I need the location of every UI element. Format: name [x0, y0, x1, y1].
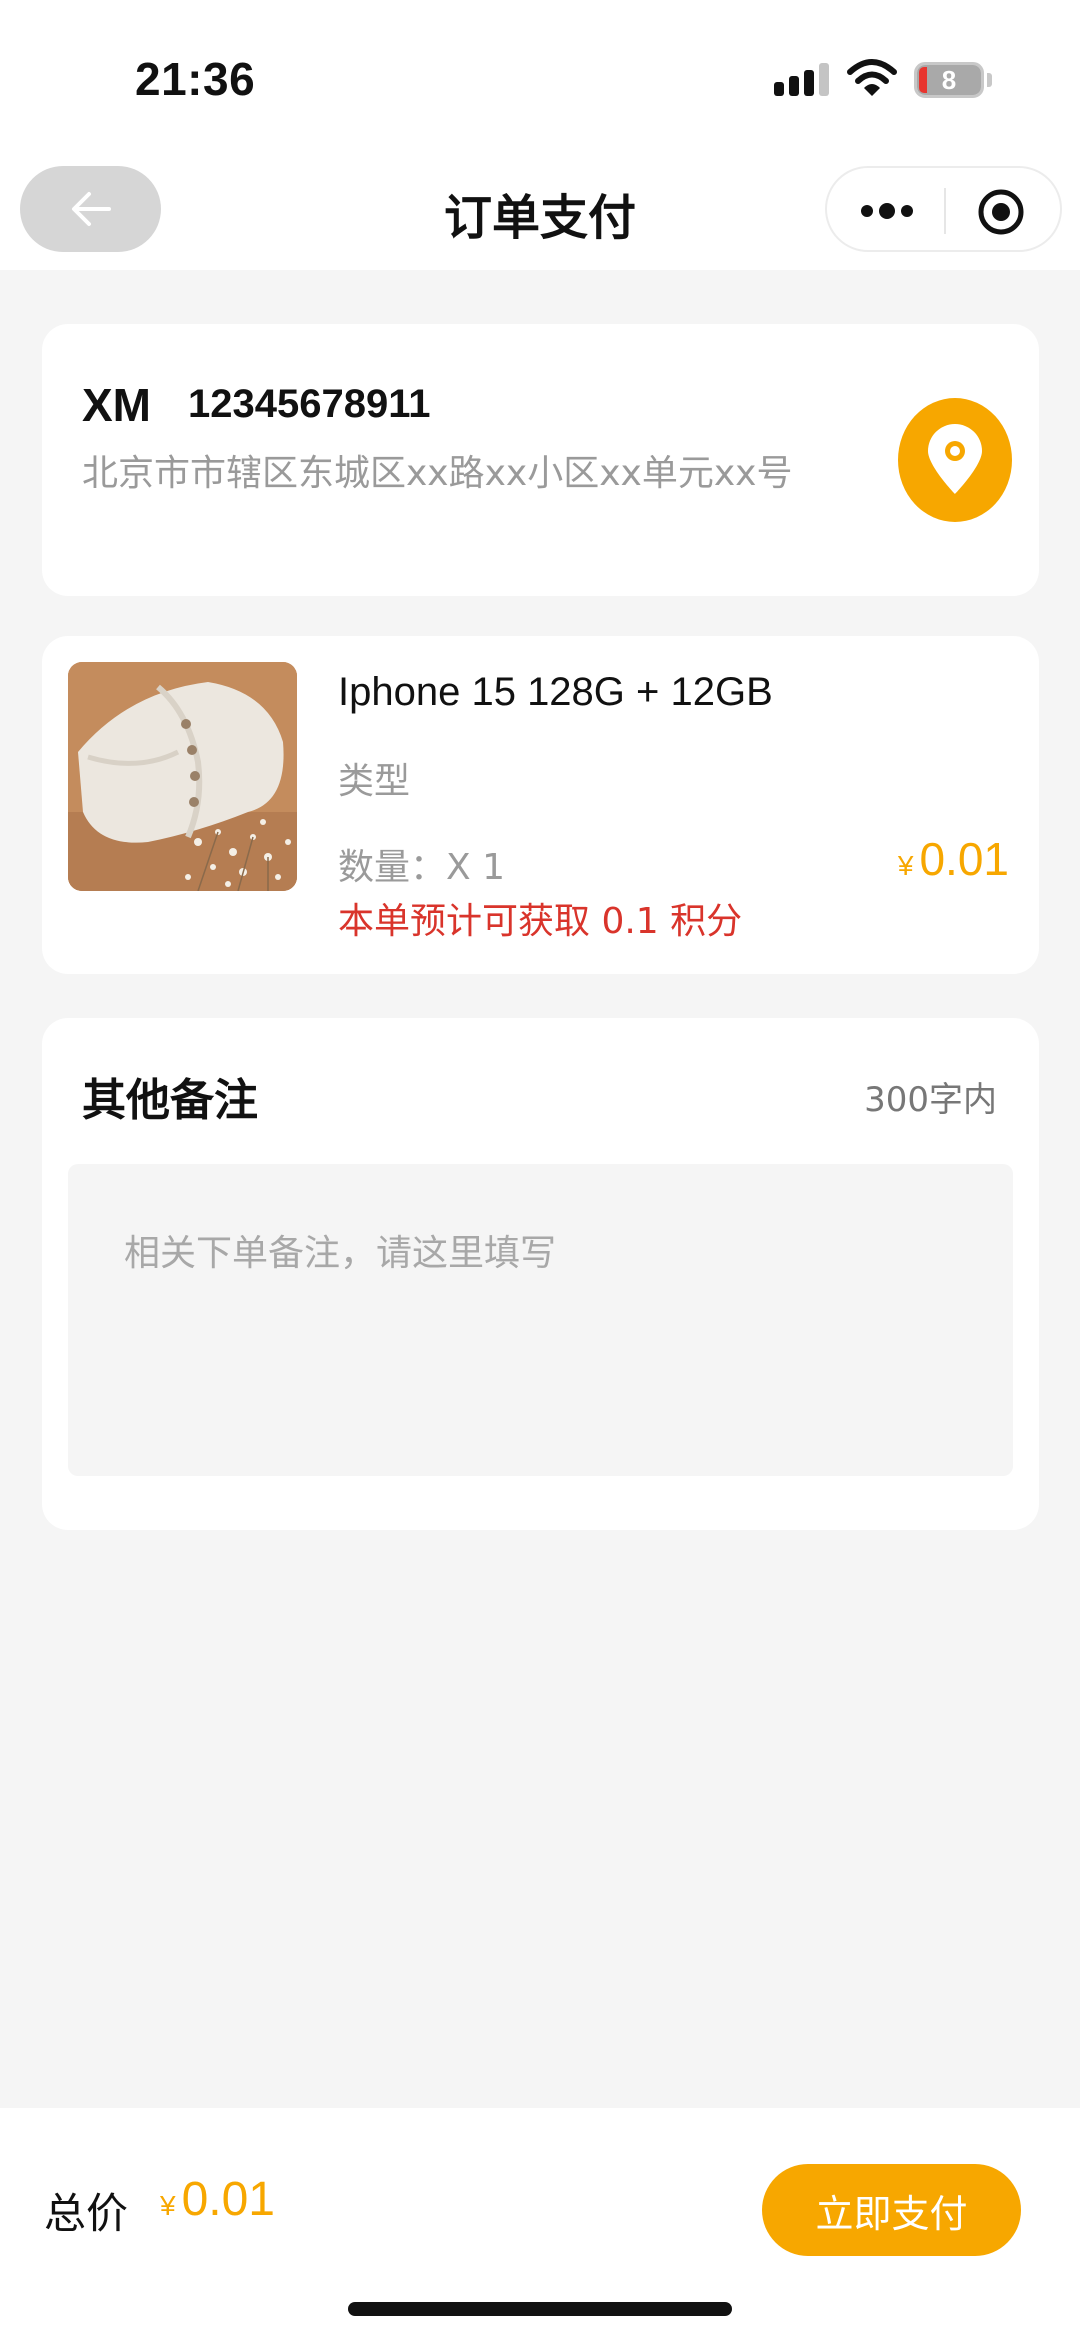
goods-card: Iphone 15 128G + 12GB 类型 数量：X 1 ¥0.01 本单… — [42, 636, 1039, 974]
more-dots-icon[interactable] — [857, 192, 917, 230]
product-type: 类型 — [338, 761, 411, 802]
recipient-phone: 12345678911 — [188, 382, 431, 426]
battery-cap — [987, 73, 992, 87]
product-price: ¥0.01 — [898, 832, 1009, 886]
pay-now-button[interactable]: 立即支付 — [762, 2164, 1021, 2256]
home-indicator — [348, 2302, 732, 2316]
total-label: 总价 — [44, 2189, 129, 2238]
currency-symbol: ¥ — [897, 850, 914, 881]
currency-symbol: ¥ — [160, 2190, 176, 2221]
order-payment-page: 21:36 8 订单支付 XM 12345678911 北京市市辖区东城区xx路… — [0, 0, 1080, 2341]
remark-input[interactable] — [68, 1164, 1013, 1476]
header: 21:36 8 订单支付 — [0, 0, 1080, 270]
location-button[interactable] — [898, 398, 1012, 522]
recipient-name: XM — [82, 379, 151, 431]
price-value: 0.01 — [919, 833, 1009, 885]
remark-limit: 300字内 — [864, 1080, 997, 1120]
product-quantity: 数量：X 1 — [338, 847, 506, 888]
product-photo-illustration — [68, 662, 297, 891]
cellular-signal-icon — [774, 63, 829, 96]
remark-title: 其他备注 — [82, 1075, 258, 1126]
product-image — [68, 662, 297, 891]
status-time: 21:36 — [135, 53, 256, 105]
total-value: 0.01 — [181, 2173, 275, 2226]
remark-card: 其他备注 300字内 — [42, 1018, 1039, 1530]
product-name: Iphone 15 128G + 12GB — [338, 670, 773, 714]
address-card[interactable]: XM 12345678911 北京市市辖区东城区xx路xx小区xx单元xx号 — [42, 324, 1039, 596]
capsule-divider — [944, 188, 946, 234]
location-pin-icon — [928, 424, 982, 494]
mini-program-capsule — [825, 166, 1062, 252]
total-price: ¥0.01 — [160, 2172, 275, 2227]
wifi-icon — [847, 59, 897, 96]
battery-icon: 8 — [914, 62, 984, 98]
address-detail: 北京市市辖区东城区xx路xx小区xx单元xx号 — [82, 453, 793, 494]
target-circle-icon[interactable] — [977, 188, 1025, 236]
battery-percent: 8 — [941, 64, 957, 95]
points-note: 本单预计可获取 0.1 积分 — [338, 901, 743, 942]
